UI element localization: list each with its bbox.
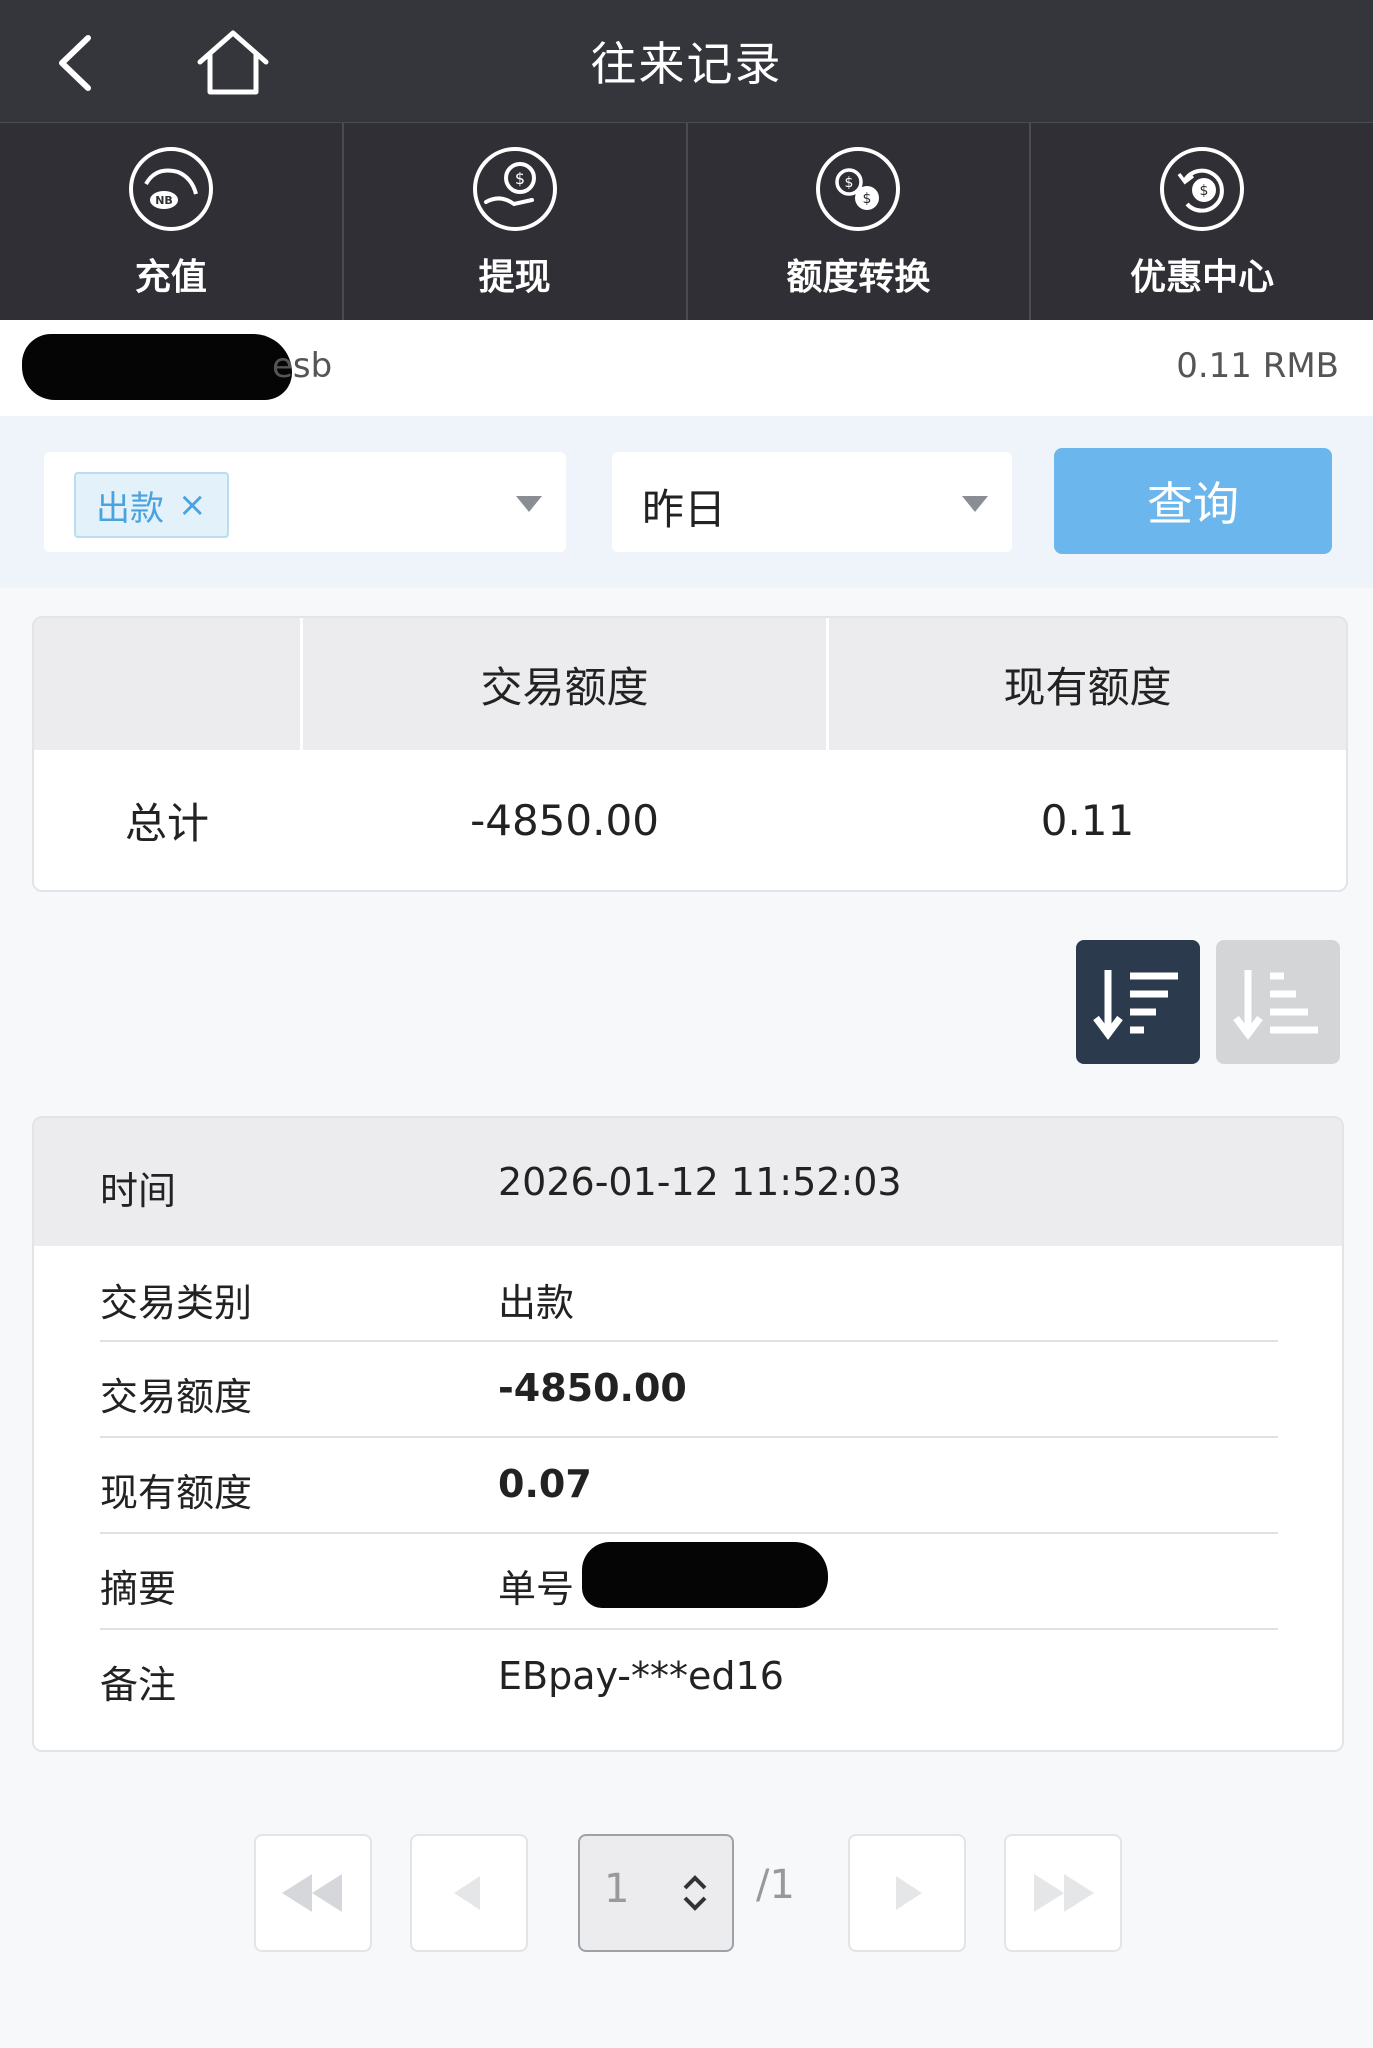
query-button[interactable]: 查询 <box>1054 448 1332 554</box>
page-number-value: 1 <box>604 1866 630 1912</box>
svg-text:$: $ <box>845 175 854 191</box>
chevron-left-icon <box>59 35 91 91</box>
sort-ascending-icon <box>1233 970 1318 1040</box>
withdraw-icon: $ <box>472 147 557 231</box>
record-row-value: EBpay-***ed16 <box>498 1654 784 1698</box>
record-row-value: -4850.00 <box>498 1366 687 1410</box>
time-label: 时间 <box>100 1169 177 1213</box>
promo-icon: $ <box>1160 147 1245 231</box>
deposit-button[interactable]: NB 充值 <box>0 123 344 321</box>
prev-page-button[interactable] <box>410 1834 528 1952</box>
record-row-label: 交易类别 <box>100 1281 253 1325</box>
row-divider <box>100 1532 1278 1534</box>
page-number-input[interactable]: 1 <box>578 1834 734 1952</box>
page-total: /1 <box>756 1862 795 1908</box>
account-balance: 0.11 RMB <box>1176 346 1339 386</box>
type-tag-label: 出款 <box>96 488 164 529</box>
date-range-select[interactable]: 昨日 <box>612 452 1012 552</box>
transfer-label: 额度转换 <box>786 257 931 298</box>
record-row-label: 摘要 <box>100 1567 177 1611</box>
summary-header-trade: 交易额度 <box>480 662 649 712</box>
transfer-button[interactable]: $ $ 额度转换 <box>688 123 1032 321</box>
next-page-button[interactable] <box>848 1834 966 1952</box>
withdraw-label: 提现 <box>478 257 551 298</box>
time-value: 2026-01-12 11:52:03 <box>498 1160 902 1204</box>
summary-current-amount: 0.11 <box>1040 795 1135 845</box>
chevron-left-icon <box>454 1876 480 1910</box>
chevron-down-icon <box>962 496 988 512</box>
page-title: 往来记录 <box>590 37 783 91</box>
quick-nav: NB 充值 $ 提现 $ $ 额度转换 $ 优惠中心 <box>0 122 1373 321</box>
promo-center-button[interactable]: $ 优惠中心 <box>1031 123 1373 321</box>
double-chevron-right-icon <box>1034 1874 1094 1912</box>
svg-text:NB: NB <box>155 194 173 207</box>
chevron-down-icon <box>516 496 542 512</box>
summary-row-label: 总计 <box>124 798 209 848</box>
home-icon <box>197 30 269 95</box>
redacted-account-mask <box>22 334 292 400</box>
withdraw-button[interactable]: $ 提现 <box>344 123 688 321</box>
row-divider <box>100 1628 1278 1630</box>
close-icon[interactable]: × <box>178 485 207 525</box>
record-row-value: 出款 <box>498 1281 575 1325</box>
chevron-right-icon <box>896 1876 922 1910</box>
sort-descending-icon <box>1093 970 1178 1040</box>
stepper-icon[interactable] <box>680 1872 710 1914</box>
record-row-value: 0.07 <box>498 1462 592 1506</box>
summary-header-current: 现有额度 <box>1003 662 1172 712</box>
filter-bar: 出款 × 昨日 查询 <box>0 416 1373 588</box>
sort-asc-button[interactable] <box>1216 940 1340 1064</box>
last-page-button[interactable] <box>1004 1834 1122 1952</box>
svg-text:$: $ <box>1200 183 1209 199</box>
deposit-icon: NB <box>128 147 213 231</box>
record-row-label: 现有额度 <box>100 1471 253 1515</box>
svg-text:$: $ <box>863 191 872 207</box>
record-row-value: 单号 <box>498 1567 575 1611</box>
summary-trade-amount: -4850.00 <box>470 795 659 845</box>
summary-table: 交易额度 现有额度 总计 -4850.00 0.11 <box>32 616 1348 892</box>
account-row: esb 0.11 RMB <box>0 320 1373 417</box>
transfer-icon: $ $ <box>816 147 901 231</box>
home-button[interactable] <box>196 28 270 98</box>
first-page-button[interactable] <box>254 1834 372 1952</box>
redacted-order-number-mask <box>582 1542 828 1608</box>
summary-header-empty <box>34 618 300 750</box>
date-range-value: 昨日 <box>642 485 727 534</box>
sort-desc-button[interactable] <box>1076 940 1200 1064</box>
svg-text:$: $ <box>515 169 525 188</box>
transaction-record-card: 时间 2026-01-12 11:52:03 交易类别 出款 交易额度 -485… <box>32 1116 1344 1752</box>
record-row-label: 备注 <box>100 1663 177 1707</box>
deposit-label: 充值 <box>134 257 207 298</box>
back-button[interactable] <box>48 30 108 96</box>
record-row-label: 交易额度 <box>100 1375 253 1419</box>
double-chevron-left-icon <box>282 1874 342 1912</box>
top-bar: 往来记录 <box>0 0 1373 122</box>
row-divider <box>100 1436 1278 1438</box>
row-divider <box>100 1340 1278 1342</box>
promo-label: 优惠中心 <box>1130 257 1275 298</box>
type-tag[interactable]: 出款 × <box>74 472 229 538</box>
transaction-type-select[interactable]: 出款 × <box>44 452 566 552</box>
account-name: esb <box>272 346 333 386</box>
